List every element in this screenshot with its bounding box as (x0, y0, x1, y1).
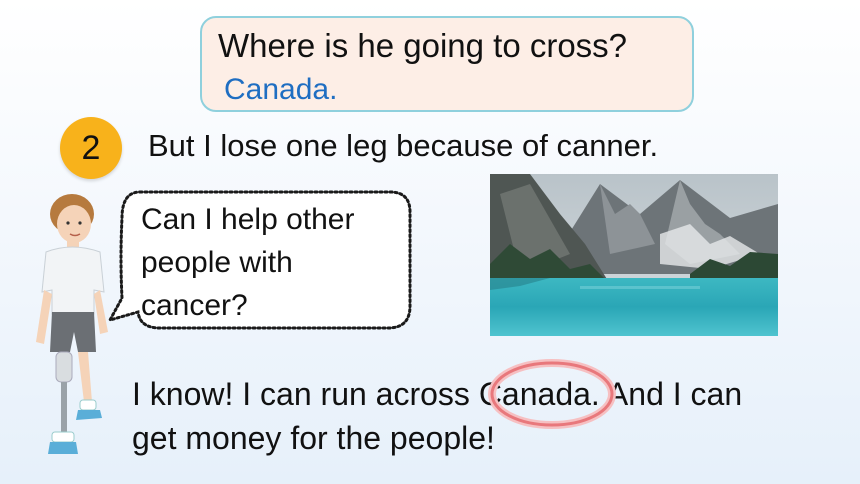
answer-text: Canada. (224, 73, 338, 106)
step-sentence: But I lose one leg because of canner. (148, 128, 659, 163)
bottom-line-2: get money for the people! (132, 420, 495, 456)
boy-character (36, 194, 108, 454)
speech-bubble-text: Can I help other people with cancer? (141, 198, 411, 327)
bottom-line-1: I know! I can run across Canada. And I c… (132, 376, 743, 412)
bottom-text: I know! I can run across Canada. And I c… (132, 372, 832, 460)
highlight-circle (488, 359, 616, 429)
speech-line-2: people with (141, 246, 293, 279)
step-number-badge: 2 (60, 117, 122, 179)
speech-line-3: cancer? (141, 289, 248, 322)
speech-line-1: Can I help other (141, 203, 355, 236)
mountain-lake-photo (490, 174, 778, 336)
question-text: Where is he going to cross? (218, 27, 628, 64)
